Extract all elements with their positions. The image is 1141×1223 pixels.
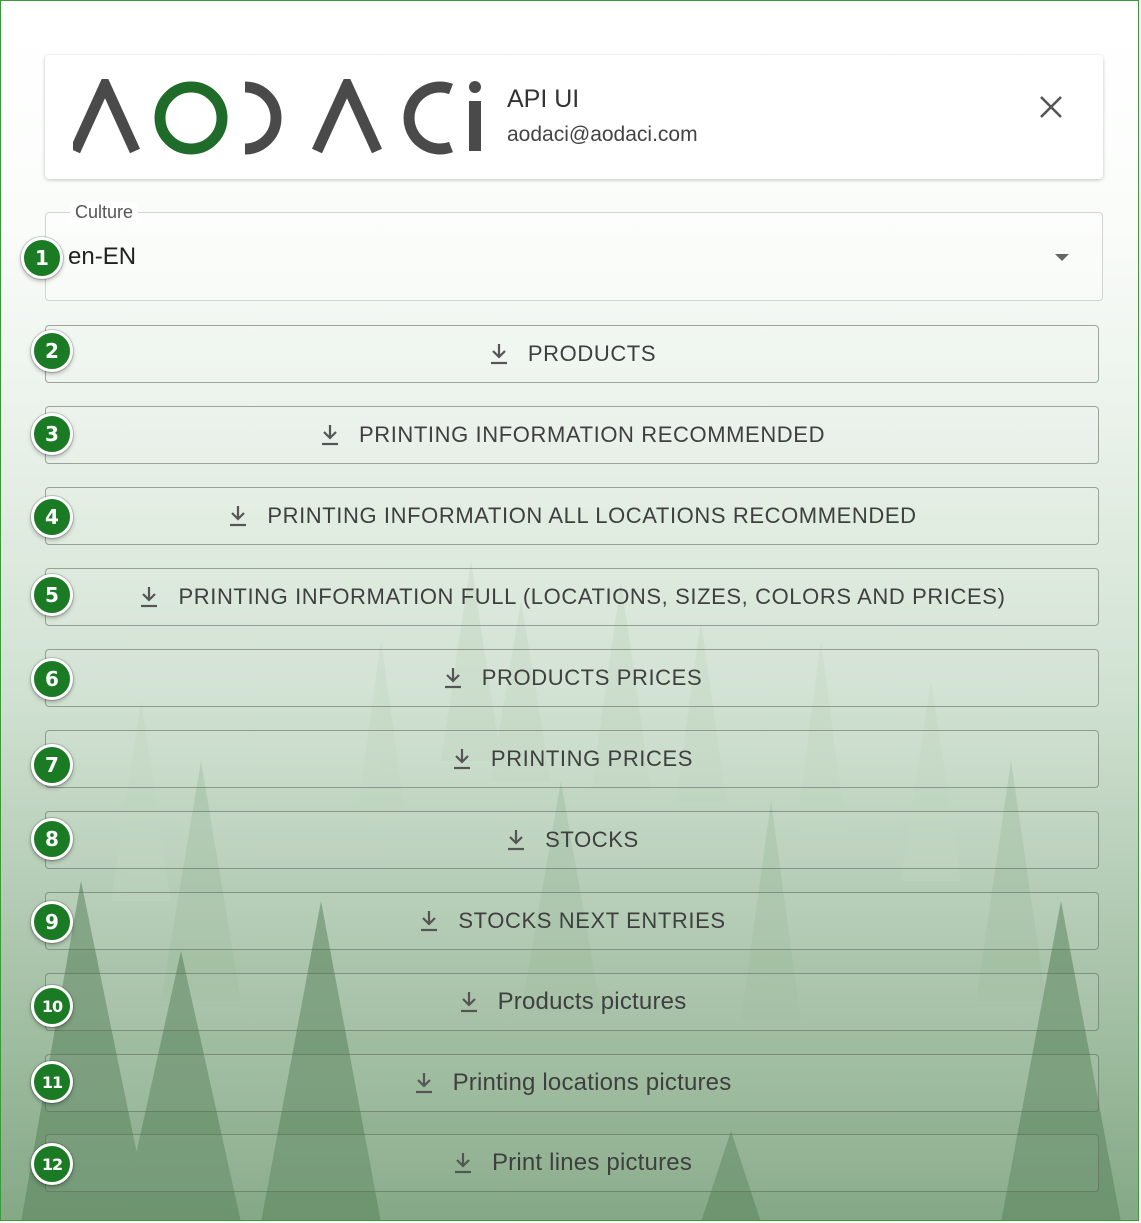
step-badge-1: 1 (21, 237, 63, 279)
download-button-12[interactable]: Print lines pictures (45, 1134, 1099, 1192)
culture-select-value: en-EN (68, 243, 137, 270)
download-button-label: PRINTING INFORMATION ALL LOCATIONS RECOM… (267, 503, 917, 528)
user-email: aodaci@aodaci.com (507, 123, 698, 146)
download-button-label: STOCKS (545, 827, 639, 852)
download-icon (490, 344, 507, 365)
download-icon (454, 1153, 471, 1174)
step-badge-11: 11 (31, 1061, 73, 1103)
download-button-label: Printing locations pictures (452, 1069, 732, 1096)
download-button-label: PRODUCTS (527, 341, 657, 366)
download-button-label: PRODUCTS PRICES (481, 665, 703, 690)
close-button[interactable] (1029, 85, 1073, 129)
culture-select[interactable]: Culture en-EN (45, 202, 1103, 301)
download-icon (421, 911, 438, 932)
download-button-label: PRINTING INFORMATION FULL (LOCATIONS, SI… (178, 584, 1006, 609)
download-icon (460, 992, 477, 1013)
app-window: API UI aodaci@aodaci.com Culture en-EN P… (0, 0, 1139, 1221)
download-icon (321, 425, 338, 446)
aodaci-logo (73, 79, 481, 155)
download-icon (453, 749, 470, 770)
step-badge-12: 12 (31, 1143, 73, 1185)
step-badge-3: 3 (31, 413, 73, 455)
download-button-label: Products pictures (497, 988, 687, 1015)
download-button-6[interactable]: PRODUCTS PRICES (45, 649, 1099, 707)
app-name: API UI (507, 85, 580, 113)
download-button-5[interactable]: PRINTING INFORMATION FULL (LOCATIONS, SI… (45, 568, 1099, 626)
step-badge-5: 5 (31, 574, 73, 616)
download-button-label: STOCKS NEXT ENTRIES (458, 908, 726, 933)
download-icon (141, 587, 158, 608)
culture-select-label: Culture (70, 202, 139, 223)
download-button-label: Print lines pictures (491, 1149, 693, 1176)
step-badge-6: 6 (31, 658, 73, 700)
download-button-label: PRINTING INFORMATION RECOMMENDED (358, 422, 826, 447)
download-icon (508, 830, 525, 851)
download-button-7[interactable]: PRINTING PRICES (45, 730, 1099, 788)
download-button-9[interactable]: STOCKS NEXT ENTRIES (45, 892, 1099, 950)
download-icon (415, 1073, 432, 1094)
header-card: API UI aodaci@aodaci.com (45, 55, 1103, 179)
download-button-label: PRINTING PRICES (490, 746, 694, 771)
download-icon (444, 668, 461, 689)
step-badge-4: 4 (31, 496, 73, 538)
step-badge-10: 10 (31, 985, 73, 1027)
download-button-8[interactable]: STOCKS (45, 811, 1099, 869)
download-icon (230, 506, 247, 527)
step-badge-9: 9 (31, 901, 73, 943)
download-button-11[interactable]: Printing locations pictures (45, 1054, 1099, 1112)
download-button-10[interactable]: Products pictures (45, 973, 1099, 1031)
download-button-4[interactable]: PRINTING INFORMATION ALL LOCATIONS RECOM… (45, 487, 1099, 545)
step-badge-2: 2 (31, 330, 73, 372)
step-badge-7: 7 (31, 744, 73, 786)
dropdown-arrow-icon (1055, 254, 1069, 261)
download-button-2[interactable]: PRODUCTS (45, 325, 1099, 383)
close-icon (1040, 96, 1062, 118)
download-button-3[interactable]: PRINTING INFORMATION RECOMMENDED (45, 406, 1099, 464)
step-badge-8: 8 (31, 818, 73, 860)
